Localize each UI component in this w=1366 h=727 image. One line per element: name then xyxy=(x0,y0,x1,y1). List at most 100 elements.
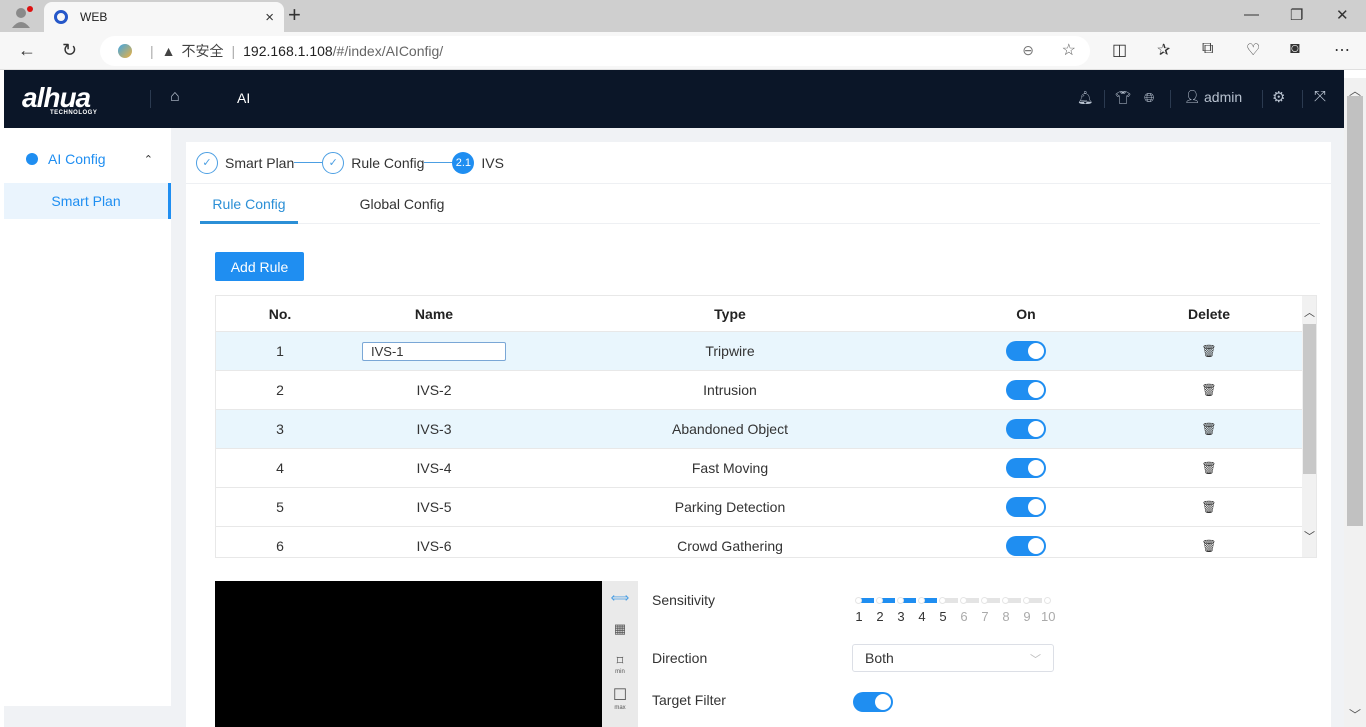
minimize-button[interactable]: — xyxy=(1244,6,1259,23)
table-scrollbar-thumb[interactable] xyxy=(1303,324,1316,474)
home-icon[interactable]: ⌂ xyxy=(170,88,180,106)
row-name: IVS-4 xyxy=(416,460,452,476)
step-rule-config[interactable]: Rule Config xyxy=(351,155,424,171)
collections-icon[interactable]: ⧉ xyxy=(1202,40,1213,58)
rule-on-toggle[interactable] xyxy=(1006,497,1046,517)
new-tab-button[interactable]: + xyxy=(288,4,301,26)
step-smart-plan[interactable]: Smart Plan xyxy=(225,155,294,171)
fullscreen-icon[interactable]: ⤧ xyxy=(1314,88,1326,105)
ie-mode-icon[interactable] xyxy=(118,44,132,58)
shirt-icon[interactable]: 👕︎ xyxy=(1115,90,1132,106)
row-name: IVS-5 xyxy=(416,499,452,515)
favorites-icon[interactable]: ✰ xyxy=(1157,40,1170,60)
trash-icon[interactable]: 🗑︎ xyxy=(1201,422,1216,436)
max-size-icon[interactable]: ☐ max xyxy=(602,685,638,711)
zoom-out-icon[interactable]: ⊖ xyxy=(1022,42,1034,59)
restore-button[interactable]: ❐ xyxy=(1290,6,1303,24)
profile-avatar-icon[interactable] xyxy=(8,4,36,30)
min-size-icon[interactable]: ⌑ min xyxy=(602,653,638,675)
rule-on-toggle[interactable] xyxy=(1006,341,1046,361)
sensitivity-segment[interactable] xyxy=(1028,598,1042,603)
favorite-star-icon[interactable]: ☆ xyxy=(1062,40,1076,60)
table-row[interactable]: 1 Tripwire 🗑︎ xyxy=(216,332,1302,371)
tab-rule-config[interactable]: Rule Config xyxy=(200,184,298,224)
user-icon[interactable]: 👤︎ xyxy=(1184,89,1201,105)
row-no: 4 xyxy=(276,460,284,476)
browser-health-icon[interactable]: ♡ xyxy=(1246,40,1260,60)
sensitivity-dot[interactable] xyxy=(1044,597,1051,604)
rule-on-toggle[interactable] xyxy=(1006,380,1046,400)
sensitivity-segment[interactable] xyxy=(986,598,1000,603)
table-row[interactable]: 6 IVS-6 Crowd Gathering 🗑︎ xyxy=(216,527,1302,557)
sidebar-item-smart-plan[interactable]: Smart Plan xyxy=(4,183,171,219)
video-preview[interactable] xyxy=(215,581,602,727)
sensitivity-segment[interactable] xyxy=(860,598,874,603)
sensitivity-dot[interactable] xyxy=(855,597,862,604)
sensitivity-tick-label: 5 xyxy=(939,609,947,624)
trash-icon[interactable]: 🗑︎ xyxy=(1201,539,1216,553)
sensitivity-dot[interactable] xyxy=(876,597,883,604)
close-tab-icon[interactable]: × xyxy=(265,9,274,26)
draw-rule-icon[interactable]: ⟺ xyxy=(602,590,638,606)
trash-icon[interactable]: 🗑︎ xyxy=(1201,383,1216,397)
sensitivity-segment[interactable] xyxy=(944,598,958,603)
bell-icon[interactable]: 🔔︎ xyxy=(1077,90,1094,106)
sensitivity-dot[interactable] xyxy=(939,597,946,604)
username[interactable]: admin xyxy=(1204,89,1242,105)
sensitivity-dot[interactable] xyxy=(1023,597,1030,604)
browser-tab[interactable]: WEB × xyxy=(44,2,284,32)
sensitivity-segment[interactable] xyxy=(902,598,916,603)
nav-ai[interactable]: AI xyxy=(237,90,250,106)
rule-on-toggle[interactable] xyxy=(1006,536,1046,556)
settings-gear-icon[interactable]: ⚙ xyxy=(1272,88,1285,106)
table-row[interactable]: 2 IVS-2 Intrusion 🗑︎ xyxy=(216,371,1302,410)
rule-on-toggle[interactable] xyxy=(1006,458,1046,478)
edge-copilot-icon[interactable]: ◙ xyxy=(1290,40,1300,58)
table-scroll-up-icon[interactable]: ︿ xyxy=(1304,304,1315,320)
tab-global-config[interactable]: Global Config xyxy=(350,184,454,224)
grid-icon[interactable]: ▦ xyxy=(602,621,638,637)
rule-on-toggle[interactable] xyxy=(1006,419,1046,439)
globe-icon[interactable]: 🌐︎ xyxy=(1144,90,1154,106)
chevron-up-icon[interactable]: ⌃ xyxy=(144,153,153,166)
sensitivity-dot[interactable] xyxy=(897,597,904,604)
direction-select[interactable]: Both ﹀ xyxy=(852,644,1054,672)
sensitivity-dot[interactable] xyxy=(960,597,967,604)
page-scrollbar[interactable]: ︿ ﹀ xyxy=(1344,78,1366,727)
sensitivity-segment[interactable] xyxy=(923,598,937,603)
sensitivity-segment[interactable] xyxy=(881,598,895,603)
sensitivity-tick-label: 1 xyxy=(855,609,863,624)
more-menu-icon[interactable]: ⋯ xyxy=(1334,40,1350,60)
close-window-button[interactable]: ✕ xyxy=(1336,6,1349,24)
target-filter-toggle[interactable] xyxy=(853,692,893,712)
sensitivity-slider[interactable]: 1 2 3 4 5 6 7 8 9 10 xyxy=(855,595,1056,625)
trash-icon[interactable]: 🗑︎ xyxy=(1201,500,1216,514)
back-icon[interactable]: ← xyxy=(18,40,36,61)
address-bar[interactable]: | ▲ 不安全 | 192.168.1.108/#/index/AIConfig… xyxy=(100,36,1090,66)
table-scrollbar[interactable]: ︿ ﹀ xyxy=(1302,296,1316,557)
table-row[interactable]: 4 IVS-4 Fast Moving 🗑︎ xyxy=(216,449,1302,488)
reload-icon[interactable]: ↻ xyxy=(62,40,77,61)
url-host: 192.168.1.108 xyxy=(243,43,333,59)
sensitivity-dot[interactable] xyxy=(918,597,925,604)
sensitivity-segment[interactable] xyxy=(965,598,979,603)
direction-label: Direction xyxy=(652,650,708,666)
table-row[interactable]: 3 IVS-3 Abandoned Object 🗑︎ xyxy=(216,410,1302,449)
scroll-down-icon[interactable]: ﹀ xyxy=(1349,706,1361,723)
header-type: Type xyxy=(714,305,746,322)
security-label[interactable]: 不安全 xyxy=(182,41,224,61)
sidebar-group-ai-config[interactable]: AI Config ⌃ xyxy=(4,142,171,176)
rule-name-input[interactable] xyxy=(362,341,506,361)
trash-icon[interactable]: 🗑︎ xyxy=(1201,344,1216,358)
sensitivity-segment[interactable] xyxy=(1007,598,1021,603)
sensitivity-tick-label: 2 xyxy=(876,609,884,624)
add-rule-button[interactable]: Add Rule xyxy=(215,252,304,281)
page-scrollbar-thumb[interactable] xyxy=(1347,96,1363,526)
split-screen-icon[interactable]: ◫ xyxy=(1112,40,1127,60)
header-name: Name xyxy=(414,305,454,322)
trash-icon[interactable]: 🗑︎ xyxy=(1201,461,1216,475)
table-scroll-down-icon[interactable]: ﹀ xyxy=(1304,528,1315,544)
sensitivity-dot[interactable] xyxy=(1002,597,1009,604)
sensitivity-dot[interactable] xyxy=(981,597,988,604)
table-row[interactable]: 5 IVS-5 Parking Detection 🗑︎ xyxy=(216,488,1302,527)
